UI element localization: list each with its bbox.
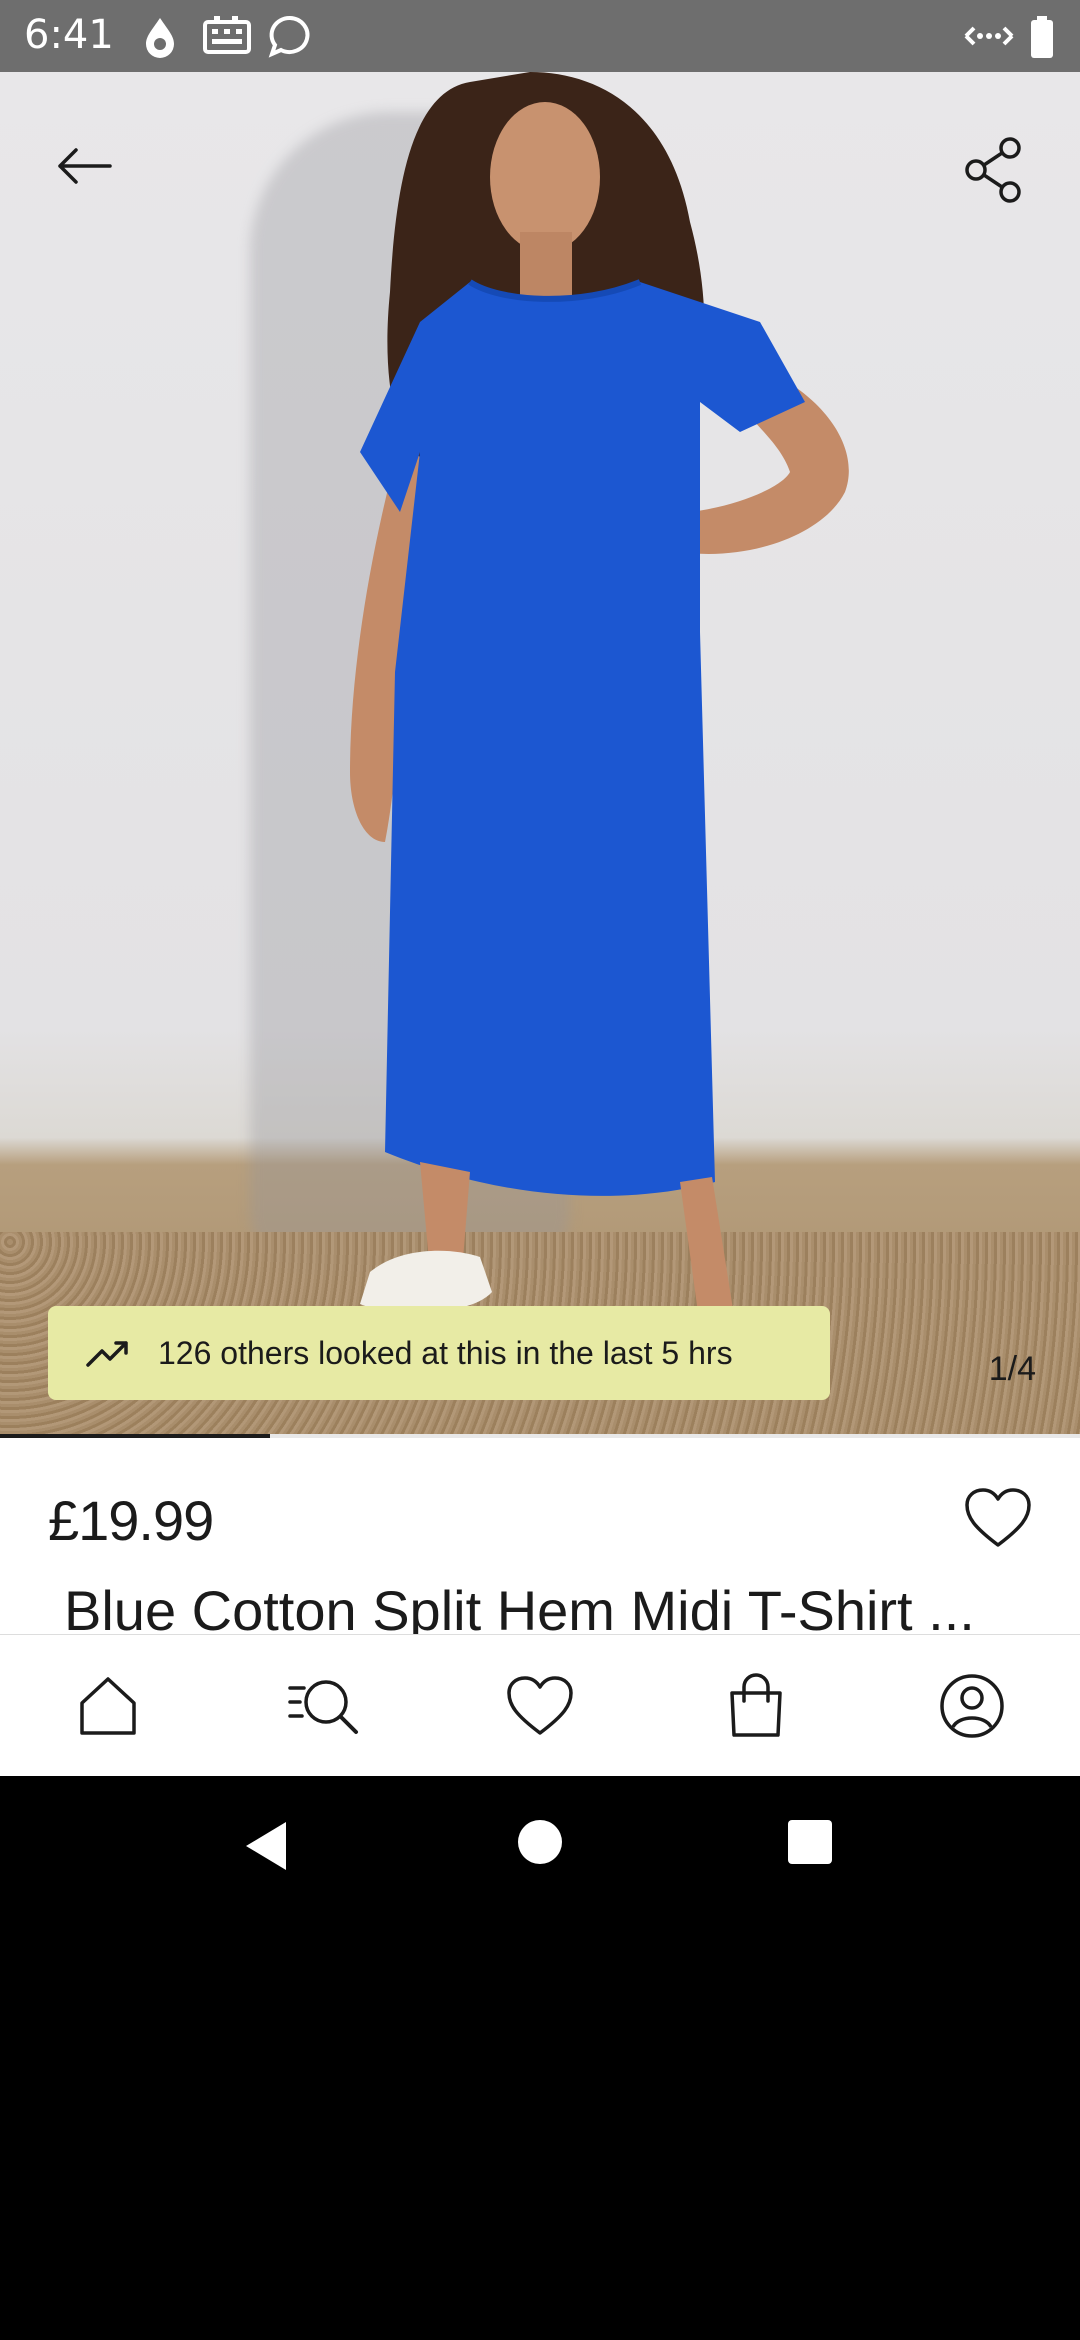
trending-up-icon <box>86 1341 128 1367</box>
account-icon <box>940 1673 1004 1738</box>
keyboard-icon <box>203 16 251 54</box>
nav-wishlist[interactable] <box>490 1656 590 1756</box>
data-transfer-icon <box>964 26 1014 46</box>
recents-square-icon[interactable] <box>788 1820 832 1864</box>
chat-bubble-icon <box>268 15 310 58</box>
heart-outline-icon <box>965 1488 1031 1547</box>
product-title[interactable]: Blue Cotton Split Hem Midi T-Shirt ... <box>64 1578 975 1634</box>
recent-viewers-banner: 126 others looked at this in the last 5 … <box>48 1306 830 1400</box>
battery-icon <box>1031 16 1053 58</box>
bottom-navigation <box>0 1634 1080 1776</box>
home-icon <box>80 1676 136 1735</box>
water-drop-icon <box>146 18 174 58</box>
status-time: 6:41 <box>24 12 114 58</box>
system-navigation-bar <box>0 1776 1080 1916</box>
product-info: £19.99 Blue Cotton Split Hem Midi T-Shir… <box>0 1438 1080 1634</box>
share-button[interactable] <box>954 130 1034 210</box>
share-icon <box>965 137 1021 203</box>
wishlist-button[interactable] <box>962 1482 1034 1554</box>
nav-bag[interactable] <box>706 1656 806 1756</box>
status-bar: 6:41 <box>0 0 1080 72</box>
back-button[interactable] <box>44 126 124 206</box>
gallery-progress-fill <box>0 1434 270 1438</box>
heart-icon <box>507 1675 573 1735</box>
product-photo <box>350 72 849 1382</box>
product-image-gallery[interactable] <box>0 72 1080 1438</box>
home-circle-icon[interactable] <box>518 1820 562 1864</box>
gallery-progress-bar <box>0 1434 1080 1438</box>
nav-home[interactable] <box>58 1656 158 1756</box>
product-price: £19.99 <box>48 1489 214 1552</box>
arrow-left-icon <box>58 148 112 184</box>
image-counter: 1/4 <box>988 1350 1036 1388</box>
shopping-bag-icon <box>730 1672 782 1737</box>
back-triangle-icon[interactable] <box>244 1820 290 1872</box>
nav-search[interactable] <box>274 1656 374 1756</box>
nav-account[interactable] <box>922 1656 1022 1756</box>
recent-viewers-text: 126 others looked at this in the last 5 … <box>158 1334 733 1371</box>
search-list-icon <box>288 1679 358 1734</box>
